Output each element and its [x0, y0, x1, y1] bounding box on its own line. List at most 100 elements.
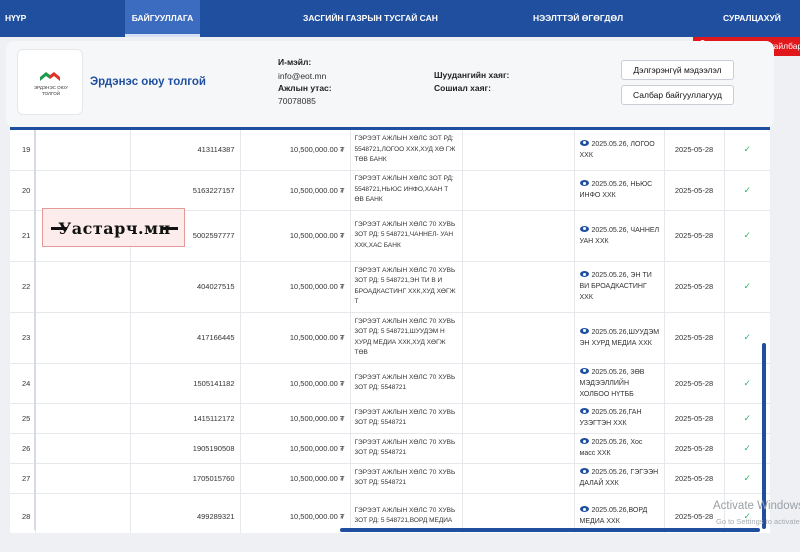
- detail-info-button[interactable]: Дэлгэрэнгүй мэдээлэл: [621, 60, 734, 80]
- row-description: ГЭРЭЭТ АЖЛЫН ХӨЛС 70 ХУВЬ 3ОТ РД: 554872…: [350, 363, 463, 404]
- row-number: 28: [10, 493, 36, 533]
- eye-icon[interactable]: [579, 271, 589, 277]
- row-date: 2025-05-28: [664, 130, 725, 171]
- transactions-table: 19 413114387 10,500,000.00 ₮ ГЭРЭЭТ АЖЛЫН Х…: [10, 130, 770, 533]
- row-transaction-info-text: 2025.05.26, Хос масс ХХК: [579, 439, 643, 457]
- row-amount: 10,500,000.00 ₮: [240, 403, 351, 434]
- phone-label: Ажлын утас:: [278, 83, 332, 93]
- row-description: ГЭРЭЭТ АЖЛЫН ХӨЛС 70 ХУВЬ 3ОТ РД: 5 5487…: [350, 312, 463, 364]
- postal-address-label: Шуудангийн хаяг:: [434, 70, 510, 80]
- row-blank-cell: [462, 493, 575, 533]
- row-transaction-info: 2025.05.26, ГЭГЭЭН ДАЛАЙ ХХК: [574, 463, 665, 494]
- row-description: ГЭРЭЭТ АЖЛЫН ХӨЛС 70 ХУВЬ 3ОТ РД: 554872…: [350, 403, 463, 434]
- row-date: 2025-05-28: [664, 403, 725, 434]
- row-transaction-info-text: 2025.05.26, ЛОГОО ХХК: [579, 140, 655, 159]
- table-row: 27 1705015760 10,500,000.00 ₮ ГЭРЭЭТ АЖЛЫН …: [10, 463, 770, 494]
- row-number: 26: [10, 433, 36, 464]
- eye-icon[interactable]: [579, 367, 589, 374]
- row-transaction-info-text: 2025.05.26,ГАН УЗЭГТЭН ХХК: [579, 409, 642, 427]
- row-number: 21: [10, 210, 36, 262]
- row-blank-cell: [462, 363, 575, 404]
- row-amount: 10,500,000.00 ₮: [240, 130, 351, 171]
- row-amount: 10,500,000.00 ₮: [240, 463, 351, 494]
- transactions-table-container: 19 413114387 10,500,000.00 ₮ ГЭРЭЭТ АЖЛЫН Х…: [10, 127, 770, 533]
- row-account-id: 1415112172: [130, 403, 241, 434]
- row-date: 2025-05-28: [664, 363, 725, 404]
- row-blank-cell: [35, 170, 131, 211]
- row-transaction-info-text: 2025.05.26, ГЭГЭЭН ДАЛАЙ ХХК: [579, 469, 659, 487]
- eye-icon[interactable]: [579, 438, 589, 444]
- eye-icon[interactable]: [579, 139, 589, 146]
- row-date: 2025-05-28: [664, 463, 725, 494]
- row-account-id: 404027515: [130, 261, 241, 313]
- row-blank-cell: [35, 463, 131, 494]
- site-watermark: Уастарч.мн: [42, 208, 185, 247]
- row-transaction-info-text: 2025.05.26, ЧАННЕЛ УАН ХХК: [579, 226, 660, 245]
- row-amount: 10,500,000.00 ₮: [240, 433, 351, 464]
- row-date: 2025-05-28: [664, 210, 725, 262]
- row-number: 25: [10, 403, 36, 434]
- eye-icon[interactable]: [579, 180, 589, 186]
- eye-icon[interactable]: [579, 468, 589, 474]
- row-transaction-info: 2025.05.26,ГАН УЗЭГТЭН ХХК: [574, 403, 665, 434]
- row-blank-cell: [35, 403, 131, 434]
- eye-icon[interactable]: [579, 327, 589, 334]
- row-verified-check: ✓: [724, 170, 770, 211]
- nav-home[interactable]: НҮҮР: [5, 0, 26, 37]
- row-blank-cell: [462, 463, 575, 494]
- row-description: ГЭРЭЭТ АЖЛЫН ХӨЛС 3ОТ РД: 5548721,ЛОГОО …: [350, 130, 463, 171]
- row-number: 23: [10, 312, 36, 364]
- row-blank-cell: [462, 433, 575, 464]
- row-description: ГЭРЭЭТ АЖЛЫН ХӨЛС 70 ХУВЬ 3ОТ РД: 5 5487…: [350, 210, 463, 262]
- activate-windows-subtitle: Go to Settings to activate Windows.: [716, 517, 800, 526]
- email-label: И-мэйл:: [278, 57, 312, 67]
- nav-organization[interactable]: БАЙГУУЛЛАГА: [125, 0, 200, 37]
- row-account-id: 413114387: [130, 130, 241, 171]
- table-left-border: [34, 130, 36, 530]
- row-blank-cell: [35, 130, 131, 171]
- row-date: 2025-05-28: [664, 170, 725, 211]
- watermark-text: Уастарч.мн: [58, 219, 171, 238]
- row-number: 20: [10, 170, 36, 211]
- row-amount: 10,500,000.00 ₮: [240, 312, 351, 364]
- row-amount: 10,500,000.00 ₮: [240, 493, 351, 533]
- email-value[interactable]: info@eot.mn: [278, 71, 326, 81]
- row-blank-cell: [462, 130, 575, 171]
- row-verified-check: ✓: [724, 261, 770, 313]
- social-address-label: Сошиал хаяг:: [434, 83, 491, 93]
- row-date: 2025-05-28: [664, 433, 725, 464]
- logo-mark-icon: [40, 72, 60, 81]
- eye-icon[interactable]: [579, 506, 589, 512]
- table-row: 23 417166445 10,500,000.00 ₮ ГЭРЭЭТ АЖЛЫН Х…: [10, 312, 770, 364]
- eye-icon[interactable]: [579, 408, 589, 414]
- top-navigation: НҮҮР БАЙГУУЛЛАГА ЗАСГИЙН ГАЗРЫН ТУСГАЙ С…: [0, 0, 800, 37]
- table-row: 26 1905190508 10,500,000.00 ₮ ГЭРЭЭТ АЖЛЫН …: [10, 433, 770, 464]
- horizontal-scrollbar[interactable]: [340, 528, 760, 532]
- branch-organizations-button[interactable]: Салбар байгууллагууд: [621, 85, 734, 105]
- row-number: 27: [10, 463, 36, 494]
- organization-logo: ЭРДЭНЭС ОЮУ ТОЛГОЙ: [17, 49, 83, 115]
- row-amount: 10,500,000.00 ₮: [240, 363, 351, 404]
- row-transaction-info: 2025.05.26, 3ӨВ МЭДЭЭЛЛИЙН ХОЛБОО НҮТББ: [574, 363, 665, 404]
- organization-name: Эрдэнэс оюу толгой: [90, 76, 206, 88]
- row-date: 2025-05-28: [664, 493, 725, 533]
- row-description: ГЭРЭЭТ АЖЛЫН ХӨЛС 70 ХУВЬ 3ОТ РД: 554872…: [350, 433, 463, 464]
- row-blank-cell: [462, 210, 575, 262]
- row-transaction-info-text: 2025.05.26,ВОРД МЕДИА ХХК: [579, 507, 648, 525]
- nav-open-data[interactable]: НЭЭЛТТЭЙ ӨГӨГДӨЛ: [533, 0, 623, 37]
- nav-learning[interactable]: СУРАЛЦАХУЙ: [723, 0, 781, 37]
- row-date: 2025-05-28: [664, 312, 725, 364]
- bottom-strip: [0, 533, 800, 552]
- row-blank-cell: [462, 261, 575, 313]
- nav-government-special-fund[interactable]: ЗАСГИЙН ГАЗРЫН ТУСГАЙ САН: [303, 0, 438, 37]
- table-row: 20 5163227157 10,500,000.00 ₮ ГЭРЭЭТ АЖЛЫН …: [10, 170, 770, 211]
- row-account-id: 5163227157: [130, 170, 241, 211]
- row-blank-cell: [35, 261, 131, 313]
- row-transaction-info: 2025.05.26, ЭН ТИ ВИ БРОАДКАСТИНГ ХХК: [574, 261, 665, 313]
- row-account-id: 1505141182: [130, 363, 241, 404]
- row-blank-cell: [35, 363, 131, 404]
- table-row: 19 413114387 10,500,000.00 ₮ ГЭРЭЭТ АЖЛЫН Х…: [10, 130, 770, 171]
- row-account-id: 1905190508: [130, 433, 241, 464]
- eye-icon[interactable]: [579, 225, 589, 232]
- row-amount: 10,500,000.00 ₮: [240, 170, 351, 211]
